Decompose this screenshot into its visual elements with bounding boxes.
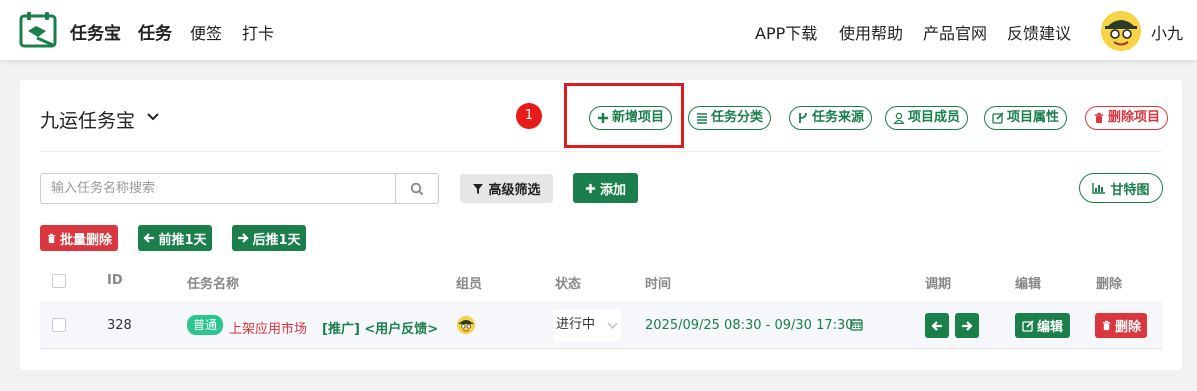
app-logo-icon[interactable] bbox=[19, 11, 59, 48]
chevron-down-icon bbox=[607, 322, 618, 329]
move-back-day-button[interactable]: 前推1天 bbox=[138, 225, 212, 251]
member-avatar bbox=[457, 316, 475, 334]
column-header-status[interactable]: 状态 bbox=[555, 273, 581, 292]
nav-feedback[interactable]: 反馈建议 bbox=[1007, 20, 1071, 44]
user-avatar[interactable] bbox=[1101, 11, 1141, 51]
username[interactable]: 小九 bbox=[1151, 20, 1183, 44]
task-categories-label: 任务分类 bbox=[711, 110, 764, 125]
priority-badge: 普通 bbox=[187, 315, 224, 335]
task-time-range: 2025/09/25 08:30 - 09/30 17:30 bbox=[645, 318, 854, 333]
column-header-id[interactable]: ID bbox=[107, 273, 123, 288]
column-header-edit: 编辑 bbox=[1015, 277, 1042, 292]
arrow-left-icon bbox=[931, 320, 942, 331]
project-properties-label: 项目属性 bbox=[1007, 110, 1060, 125]
bulk-delete-button[interactable]: 批量删除 bbox=[40, 225, 118, 251]
add-task-label: 添加 bbox=[599, 182, 626, 198]
column-header-name[interactable]: 任务名称 bbox=[187, 273, 239, 292]
column-header-delete: 删除 bbox=[1096, 277, 1123, 292]
select-all-checkbox[interactable] bbox=[52, 274, 66, 288]
nav-help[interactable]: 使用帮助 bbox=[839, 20, 903, 44]
move-back-day-label: 前推1天 bbox=[158, 232, 207, 248]
bulk-delete-label: 批量删除 bbox=[59, 232, 112, 248]
column-header-adjust: 调期 bbox=[925, 277, 952, 292]
project-title[interactable]: 九运任务宝 bbox=[40, 106, 135, 133]
column-header-member: 组员 bbox=[456, 277, 483, 292]
new-project-button[interactable]: 新增项目 bbox=[589, 106, 673, 130]
delete-project-button[interactable]: 删除项目 bbox=[1085, 106, 1169, 130]
new-project-label: 新增项目 bbox=[612, 110, 665, 125]
gantt-chart-button[interactable]: 甘特图 bbox=[1079, 173, 1163, 203]
avatar-face-icon bbox=[1101, 11, 1141, 51]
chevron-down-icon[interactable] bbox=[146, 110, 160, 124]
advanced-filter-label: 高级筛选 bbox=[488, 183, 541, 198]
trash-icon bbox=[1102, 320, 1111, 331]
delete-task-button[interactable]: 删除 bbox=[1095, 313, 1147, 338]
edit-task-label: 编辑 bbox=[1036, 320, 1063, 335]
gantt-chart-label: 甘特图 bbox=[1110, 182, 1150, 198]
nav-checkin[interactable]: 打卡 bbox=[242, 20, 274, 44]
add-task-button[interactable]: 添加 bbox=[573, 173, 638, 203]
plus-icon bbox=[598, 113, 608, 123]
project-members-label: 项目成员 bbox=[908, 110, 961, 125]
trash-icon bbox=[1095, 112, 1103, 123]
branch-icon bbox=[799, 112, 807, 123]
arrow-left-icon bbox=[143, 233, 155, 243]
task-name-link[interactable]: 上架应用市场 bbox=[229, 318, 307, 337]
move-forward-day-button[interactable]: 后推1天 bbox=[232, 225, 306, 251]
calendar-icon[interactable] bbox=[850, 318, 863, 331]
arrow-right-icon bbox=[238, 233, 250, 243]
task-sources-label: 任务来源 bbox=[812, 110, 865, 125]
nav-official-site[interactable]: 产品官网 bbox=[923, 20, 987, 44]
delete-task-label: 删除 bbox=[1114, 320, 1141, 335]
top-nav-bar: 任务宝 任务 便签 打卡 APP下载 使用帮助 产品官网 反馈建议 小九 bbox=[0, 0, 1197, 60]
edit-icon bbox=[1022, 319, 1034, 332]
delete-project-label: 删除项目 bbox=[1108, 110, 1161, 125]
nav-tasks[interactable]: 任务 bbox=[138, 19, 172, 44]
filter-icon bbox=[473, 183, 484, 194]
avatar-face-icon bbox=[457, 316, 475, 334]
bar-chart-icon bbox=[1092, 183, 1106, 194]
nav-notes[interactable]: 便签 bbox=[190, 20, 222, 44]
search-input[interactable]: 输入任务名称搜索 bbox=[40, 173, 396, 204]
search-icon bbox=[410, 182, 424, 195]
move-forward-day-label: 后推1天 bbox=[252, 232, 301, 248]
row-id: 328 bbox=[107, 318, 132, 333]
task-sources-button[interactable]: 任务来源 bbox=[789, 106, 873, 130]
edit-task-button[interactable]: 编辑 bbox=[1015, 313, 1070, 338]
project-properties-button[interactable]: 项目属性 bbox=[984, 106, 1068, 130]
brand-link[interactable]: 任务宝 bbox=[70, 19, 121, 44]
row-checkbox[interactable] bbox=[52, 318, 66, 332]
column-header-time[interactable]: 时间 bbox=[645, 273, 671, 292]
nav-app-download[interactable]: APP下载 bbox=[755, 20, 817, 44]
section-divider bbox=[40, 151, 1162, 152]
user-icon bbox=[893, 112, 905, 124]
search-button[interactable] bbox=[395, 173, 439, 204]
edit-icon bbox=[992, 112, 1004, 124]
project-members-button[interactable]: 项目成员 bbox=[885, 106, 969, 130]
trash-icon bbox=[47, 233, 56, 243]
list-icon bbox=[697, 113, 707, 124]
task-categories-button[interactable]: 任务分类 bbox=[688, 106, 772, 130]
annotation-badge: 1 bbox=[516, 103, 542, 129]
advanced-filter-button[interactable]: 高级筛选 bbox=[460, 174, 553, 203]
arrow-right-icon bbox=[962, 320, 973, 331]
plus-icon bbox=[585, 183, 596, 193]
reschedule-later-button[interactable] bbox=[955, 313, 979, 338]
task-tags: [推广] <用户反馈> bbox=[322, 322, 439, 337]
reschedule-earlier-button[interactable] bbox=[925, 313, 949, 338]
